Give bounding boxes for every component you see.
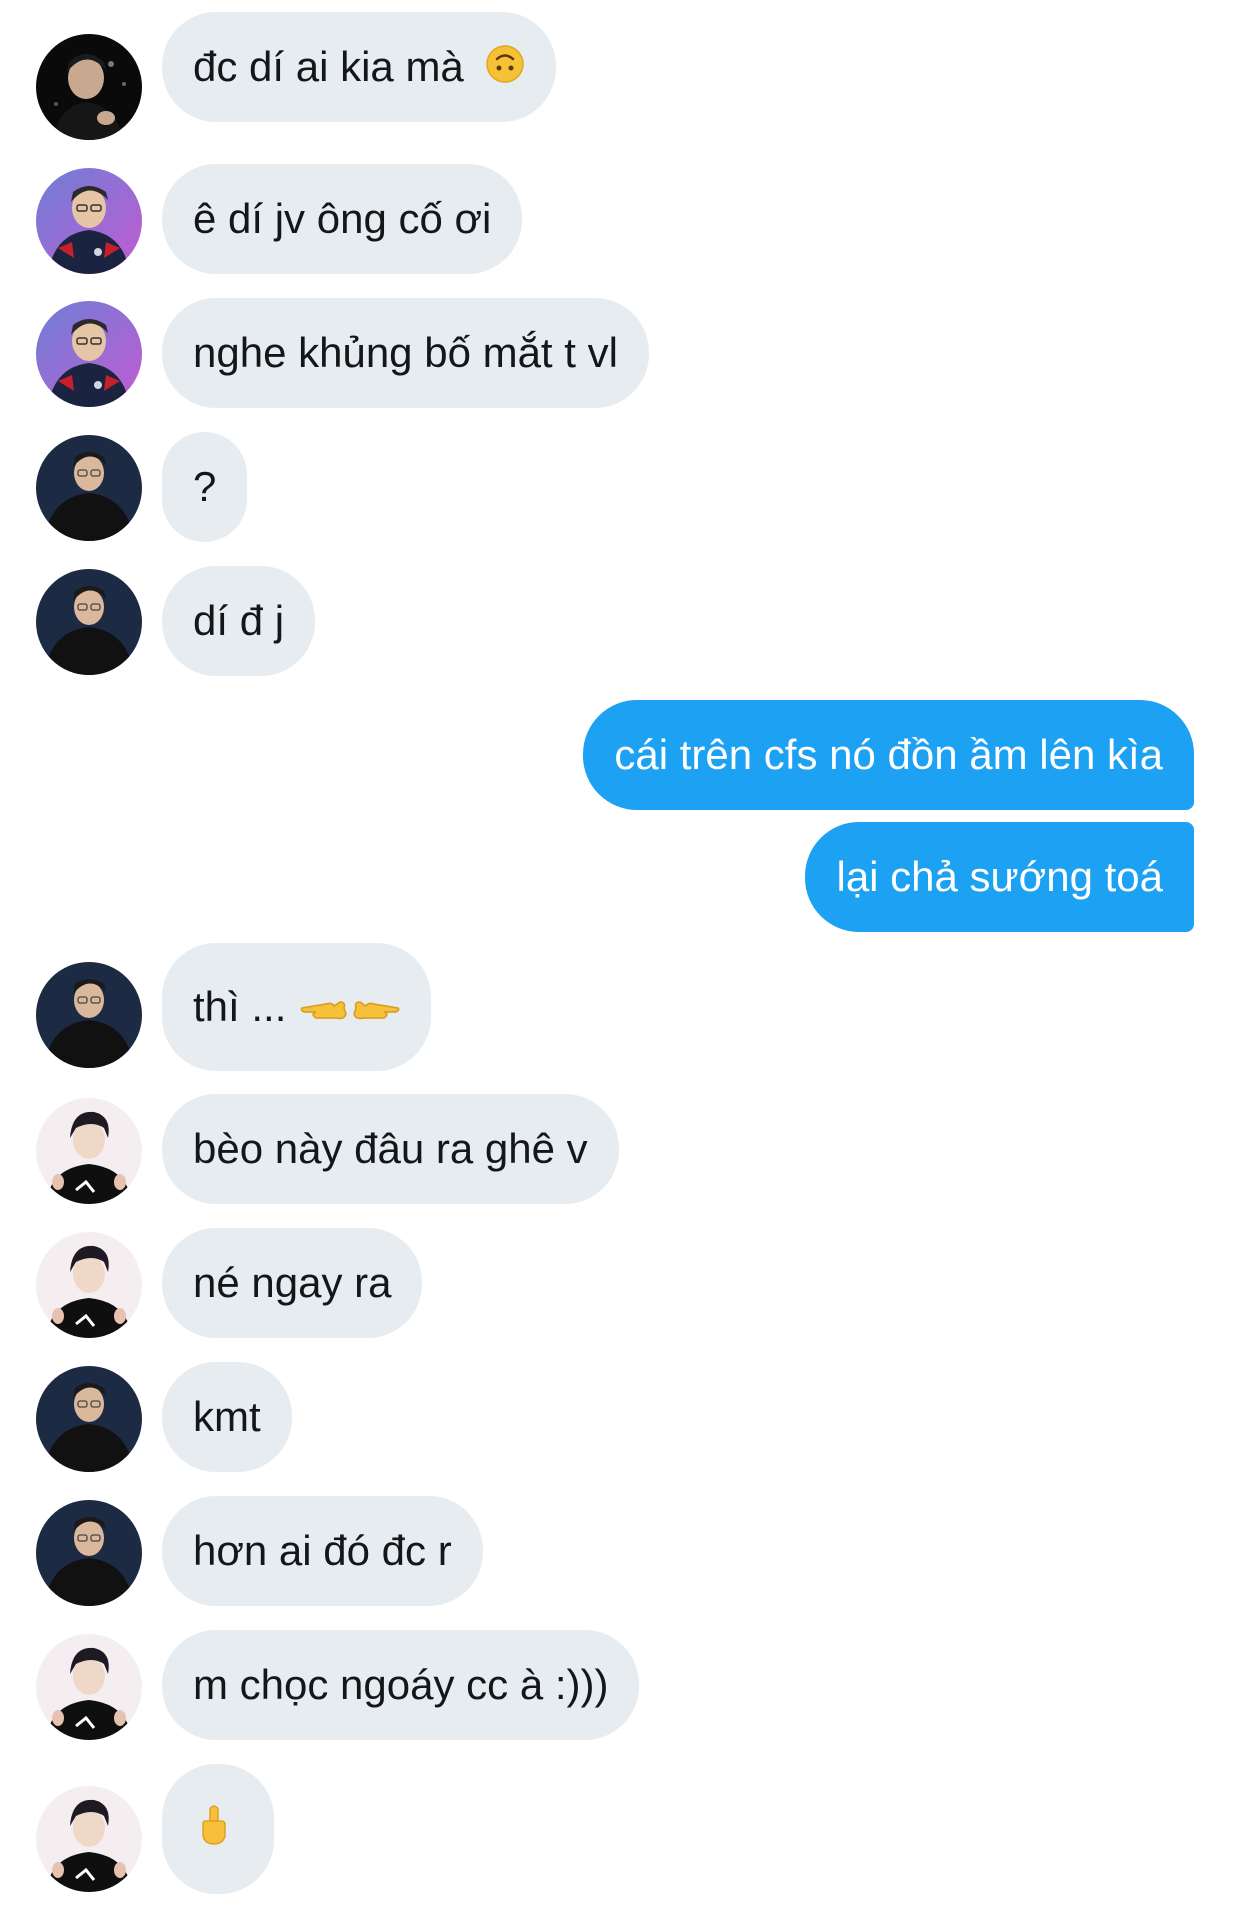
avatar-user-c-image: [36, 435, 142, 541]
message-bubble-incoming[interactable]: né ngay ra: [162, 1228, 423, 1338]
avatar-user-d-image: [36, 1098, 142, 1204]
message-text: hơn ai đó đc r: [193, 1527, 452, 1574]
message-bubble-incoming[interactable]: kmt: [162, 1362, 292, 1472]
avatar-user-d-image: [36, 1634, 142, 1740]
message-bubble-outgoing[interactable]: cái trên cfs nó đồn ầm lên kìa: [583, 700, 1194, 810]
avatar-user-b-image: [36, 168, 142, 274]
message-bubble-incoming[interactable]: ê dí jv ông cố ơi: [162, 164, 523, 274]
message-bubble-incoming[interactable]: hơn ai đó đc r: [162, 1496, 483, 1606]
message-text: thì ...: [193, 983, 287, 1030]
message-text: ê dí jv ông cố ơi: [193, 195, 492, 242]
avatar-user-c[interactable]: [36, 569, 142, 675]
avatar-user-a[interactable]: [36, 34, 142, 140]
message-bubble-incoming[interactable]: [162, 1764, 274, 1894]
avatar-user-c[interactable]: [36, 962, 142, 1068]
message-text: lại chả sướng toá: [836, 853, 1163, 900]
avatar-user-b-image: [36, 301, 142, 407]
avatar-user-d-image: [36, 1786, 142, 1892]
message-bubble-incoming[interactable]: đc dí ai kia mà: [162, 12, 557, 125]
message-text: cái trên cfs nó đồn ầm lên kìa: [614, 731, 1163, 778]
message-text: nghe khủng bố mắt t vl: [193, 329, 618, 376]
message-text: kmt: [193, 1393, 261, 1440]
message-bubble-incoming[interactable]: m chọc ngoáy cc à :))): [162, 1630, 640, 1740]
upside-down-face-icon: [485, 15, 525, 125]
message-bubble-incoming[interactable]: nghe khủng bố mắt t vl: [162, 298, 649, 408]
message-text: ?: [193, 463, 217, 510]
avatar-user-c-image: [36, 962, 142, 1068]
pointing-fingers-icon: [300, 946, 400, 1074]
avatar-user-d[interactable]: [36, 1232, 142, 1338]
message-text: né ngay ra: [193, 1259, 392, 1306]
avatar-user-d[interactable]: [36, 1098, 142, 1204]
message-bubble-incoming[interactable]: ?: [162, 432, 248, 542]
message-text: m chọc ngoáy cc à :))): [193, 1661, 609, 1708]
message-bubble-outgoing[interactable]: lại chả sướng toá: [805, 822, 1194, 932]
avatar-user-c-image: [36, 1366, 142, 1472]
avatar-user-b[interactable]: [36, 301, 142, 407]
message-text: bèo này đâu ra ghê v: [193, 1125, 588, 1172]
middle-finger-icon: [199, 1767, 229, 1897]
avatar-user-d[interactable]: [36, 1786, 142, 1892]
message-bubble-incoming[interactable]: thì ...: [162, 943, 432, 1074]
message-text: đc dí ai kia mà: [193, 43, 464, 90]
avatar-user-c[interactable]: [36, 1500, 142, 1606]
message-bubble-incoming[interactable]: bèo này đâu ra ghê v: [162, 1094, 619, 1204]
avatar-user-d-image: [36, 1232, 142, 1338]
avatar-user-b[interactable]: [36, 168, 142, 274]
avatar-user-d[interactable]: [36, 1634, 142, 1740]
avatar-user-c[interactable]: [36, 1366, 142, 1472]
avatar-user-a-image: [36, 34, 142, 140]
message-bubble-incoming[interactable]: dí đ j: [162, 566, 316, 676]
avatar-user-c-image: [36, 569, 142, 675]
chat-thread: đc dí ai kia mà ê dí jv ông cố ơi nghe k…: [0, 0, 1242, 1919]
avatar-user-c-image: [36, 1500, 142, 1606]
message-text: dí đ j: [193, 597, 285, 644]
avatar-user-c[interactable]: [36, 435, 142, 541]
